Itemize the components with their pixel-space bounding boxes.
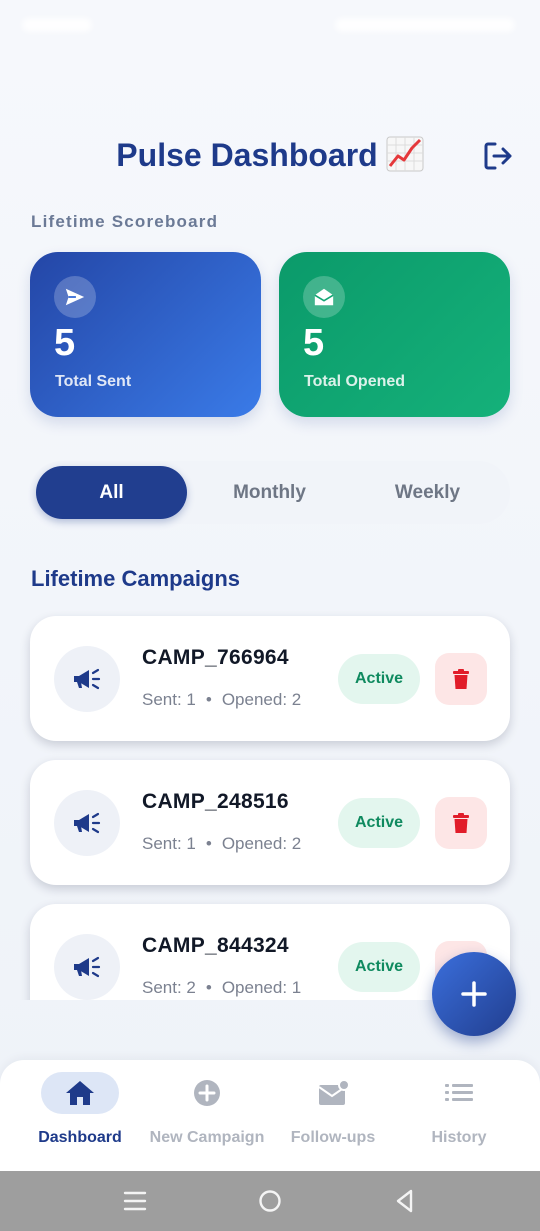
status-time-blurred xyxy=(22,18,92,32)
status-badge: Active xyxy=(338,654,420,704)
delete-button[interactable] xyxy=(435,797,487,849)
total-sent-label: Total Sent xyxy=(55,373,132,390)
period-filter: All Monthly Weekly xyxy=(30,461,510,524)
campaign-sent: Sent: 1 xyxy=(142,834,196,853)
total-sent-card: 5 Total Sent xyxy=(30,252,261,417)
list-icon xyxy=(420,1072,498,1114)
campaign-stats: Sent: 1 • Opened: 2 xyxy=(142,690,301,710)
page-title: Pulse Dashboard xyxy=(0,136,540,174)
trash-icon xyxy=(453,813,469,833)
chart-increasing-icon xyxy=(386,136,424,172)
page-title-text: Pulse Dashboard xyxy=(116,137,378,173)
open-envelope-icon xyxy=(303,276,345,318)
nav-label: Dashboard xyxy=(38,1129,122,1146)
home-circle-icon[interactable] xyxy=(257,1188,283,1214)
campaign-list[interactable]: CAMP_766964 Sent: 1 • Opened: 2 Active CAM… xyxy=(0,600,540,1000)
nav-item-dashboard[interactable]: Dashboard xyxy=(15,1060,145,1171)
trash-icon xyxy=(453,669,469,689)
status-bar xyxy=(0,0,540,50)
campaign-stats: Sent: 2 • Opened: 1 xyxy=(142,978,301,998)
bottom-nav: Dashboard New Campaign Follow-ups Histor… xyxy=(0,1060,540,1171)
status-badge: Active xyxy=(338,942,420,992)
mail-notification-icon xyxy=(294,1072,372,1114)
add-campaign-button[interactable] xyxy=(432,952,516,1036)
separator-dot: • xyxy=(205,978,212,997)
separator-dot: • xyxy=(205,690,212,709)
campaign-opened: Opened: 2 xyxy=(221,690,302,709)
system-navigation-bar xyxy=(0,1171,540,1231)
header: Pulse Dashboard xyxy=(0,128,540,184)
total-opened-value: 5 xyxy=(303,322,325,364)
send-icon xyxy=(54,276,96,318)
megaphone-icon xyxy=(54,934,120,1000)
megaphone-icon xyxy=(54,646,120,712)
delete-button[interactable] xyxy=(435,653,487,705)
total-opened-label: Total Opened xyxy=(304,373,406,390)
campaign-name: CAMP_766964 xyxy=(142,646,289,669)
campaign-name: CAMP_248516 xyxy=(142,790,289,813)
campaign-stats: Sent: 1 • Opened: 2 xyxy=(142,834,301,854)
total-sent-value: 5 xyxy=(54,322,76,364)
logout-icon[interactable] xyxy=(482,140,514,172)
campaigns-title: Lifetime Campaigns xyxy=(31,566,241,591)
campaign-opened: Opened: 2 xyxy=(221,834,302,853)
recent-apps-icon[interactable] xyxy=(122,1188,148,1214)
campaign-card[interactable]: CAMP_248516 Sent: 1 • Opened: 2 Active xyxy=(30,760,510,885)
nav-label: New Campaign xyxy=(149,1129,265,1146)
campaign-name: CAMP_844324 xyxy=(142,934,289,957)
filter-tab-all[interactable]: All xyxy=(36,466,187,519)
scoreboard-label: Lifetime Scoreboard xyxy=(31,212,219,231)
separator-dot: • xyxy=(205,834,212,853)
status-badge: Active xyxy=(338,798,420,848)
nav-item-follow-ups[interactable]: Follow-ups xyxy=(268,1060,398,1171)
filter-tab-weekly[interactable]: Weekly xyxy=(352,466,503,519)
nav-item-new-campaign[interactable]: New Campaign xyxy=(142,1060,272,1171)
nav-label: History xyxy=(431,1129,487,1146)
nav-item-history[interactable]: History xyxy=(394,1060,524,1171)
campaign-opened: Opened: 1 xyxy=(221,978,302,997)
status-icons-blurred xyxy=(335,18,515,32)
campaign-sent: Sent: 1 xyxy=(142,690,196,709)
nav-label: Follow-ups xyxy=(290,1129,376,1146)
home-icon xyxy=(41,1072,119,1114)
total-opened-card: 5 Total Opened xyxy=(279,252,510,417)
back-triangle-icon[interactable] xyxy=(392,1188,418,1214)
megaphone-icon xyxy=(54,790,120,856)
plus-circle-icon xyxy=(168,1072,246,1114)
campaign-card[interactable]: CAMP_766964 Sent: 1 • Opened: 2 Active xyxy=(30,616,510,741)
plus-icon xyxy=(461,981,487,1007)
filter-tab-monthly[interactable]: Monthly xyxy=(194,466,345,519)
campaign-sent: Sent: 2 xyxy=(142,978,196,997)
